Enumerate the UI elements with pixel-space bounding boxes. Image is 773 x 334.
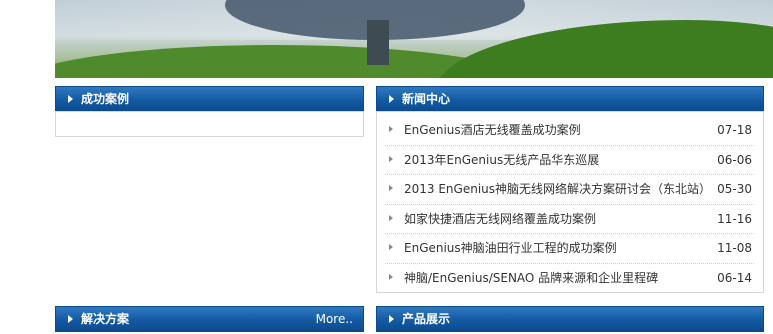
news-panel-title: 新闻中心 <box>402 92 451 106</box>
arrow-right-icon <box>68 315 73 323</box>
news-item-title[interactable]: 如家快捷酒店无线网络覆盖成功案例 <box>404 205 596 233</box>
news-item[interactable]: 如家快捷酒店无线网络覆盖成功案例 11-16 <box>385 204 754 234</box>
news-item[interactable]: 2013年EnGenius无线产品华东巡展 06-06 <box>385 145 754 175</box>
cases-panel-body <box>55 111 364 137</box>
more-link[interactable]: More.. <box>316 307 353 331</box>
bullet-icon <box>389 155 393 162</box>
news-item-title[interactable]: 2013年EnGenius无线产品华东巡展 <box>404 146 599 174</box>
banner-tree-trunk <box>367 20 389 65</box>
bullet-icon <box>389 244 393 250</box>
products-panel-title: 产品展示 <box>402 312 451 326</box>
news-item-date: 05-30 <box>715 175 752 203</box>
news-item-date: 11-16 <box>715 204 752 233</box>
news-item[interactable]: EnGenius神脑油田行业工程的成功案例 11-08 <box>385 234 754 264</box>
news-item-title[interactable]: 2013 EnGenius神脑无线网络解决方案研讨会（东北站） <box>404 175 711 203</box>
cases-panel-header[interactable]: 成功案例 <box>55 86 364 112</box>
arrow-right-icon <box>389 315 394 323</box>
products-panel-header[interactable]: 产品展示 <box>376 306 764 332</box>
banner-image <box>55 0 773 78</box>
news-item[interactable]: 神脑/EnGenius/SENAO 品牌来源和企业里程碑 06-14 <box>385 263 754 293</box>
bullet-icon <box>389 185 393 191</box>
solutions-panel-header[interactable]: 解决方案 More.. <box>55 306 364 332</box>
news-item-date: 06-14 <box>715 263 752 292</box>
news-item[interactable]: 2013 EnGenius神脑无线网络解决方案研讨会（东北站） 05-30 <box>385 175 754 205</box>
news-item-title[interactable]: EnGenius酒店无线覆盖成功案例 <box>404 116 581 144</box>
news-item-date: 07-18 <box>715 116 752 144</box>
news-item-title[interactable]: 神脑/EnGenius/SENAO 品牌来源和企业里程碑 <box>404 264 658 292</box>
news-item-date: 11-08 <box>715 234 752 262</box>
news-item-title[interactable]: EnGenius神脑油田行业工程的成功案例 <box>404 234 617 262</box>
news-list: EnGenius酒店无线覆盖成功案例 07-18 2013年EnGenius无线… <box>385 116 754 293</box>
arrow-right-icon <box>68 95 73 103</box>
bullet-icon <box>389 126 393 132</box>
solutions-panel-title: 解决方案 <box>81 312 130 326</box>
news-item-date: 06-06 <box>715 145 752 174</box>
bullet-icon <box>389 214 393 221</box>
cases-panel-title: 成功案例 <box>81 92 130 106</box>
news-panel-header[interactable]: 新闻中心 <box>376 86 764 112</box>
bullet-icon <box>389 273 393 280</box>
news-item[interactable]: EnGenius酒店无线覆盖成功案例 07-18 <box>385 116 754 146</box>
arrow-right-icon <box>389 95 394 103</box>
